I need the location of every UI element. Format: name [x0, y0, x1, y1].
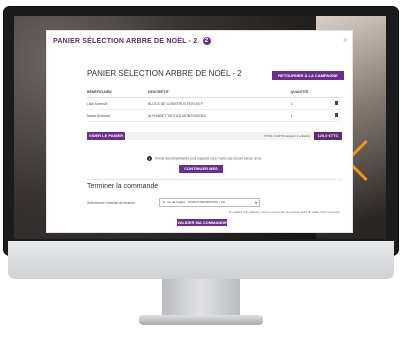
validate-order-button[interactable]: VALIDER MA COMMANDE — [177, 219, 227, 226]
consent-text: En validant votre sélection, vous ne pou… — [229, 211, 340, 214]
chevron-down-icon: ▾ — [254, 200, 257, 205]
beneficiary-cell: Lisa Schmutt — [87, 97, 148, 110]
cart-modal: PANIER SÉLECTION ARBRE DE NOËL - 2 2 × P… — [46, 30, 353, 233]
address-label: Sélectionner l'adresse de livraison — [87, 201, 136, 205]
modal-title: PANIER SÉLECTION ARBRE DE NOËL - 2 2 — [53, 37, 211, 45]
description-cell: BLOCS DE CONSTRUCTION 50 P — [147, 97, 291, 110]
info-message: i Il reste des bénéficiaires pour lesque… — [147, 156, 262, 161]
quantity-cell: 1 — [290, 97, 335, 110]
column-header-actions — [334, 87, 342, 98]
table-row: Lisa Schmutt BLOCS DE CONSTRUCTION 50 P … — [87, 97, 342, 110]
column-header: BÉNÉFICIAIRE — [87, 87, 148, 98]
beneficiary-cell: Maria Schmutt — [87, 109, 148, 122]
cart-table: BÉNÉFICIAIRE DESCRIPTIF QUANTITÉ Lisa Sc… — [87, 87, 342, 122]
info-icon: i — [147, 156, 152, 161]
screen: PANIER SÉLECTION ARBRE DE NOËL - 2 2 × P… — [14, 16, 386, 239]
table-row: Maria Schmutt ALPHABET TACTILE MONTESSOR… — [87, 109, 342, 122]
info-text: Il reste des bénéficiaires pour lesquels… — [154, 156, 263, 161]
trash-icon[interactable] — [334, 113, 338, 117]
empty-cart-button[interactable]: VIDER LE PANIER — [87, 132, 125, 140]
monitor-stand-base — [139, 315, 263, 325]
quantity-cell: 1 — [290, 109, 335, 122]
column-header: DESCRIPTIF — [147, 87, 291, 98]
cart-count-badge: 2 — [202, 37, 211, 45]
address-select-value: N, rue de l'église - 67000 STRASBOURG - … — [163, 200, 225, 204]
total-bar: TOTAL 0 ARTICLE(pour 2 enfants) 120,0 €T… — [127, 132, 342, 140]
divider — [87, 179, 342, 180]
column-header: QUANTITÉ — [290, 87, 335, 98]
address-select[interactable]: N, rue de l'église - 67000 STRASBOURG - … — [159, 198, 260, 207]
total-amount: 120,0 €TTC — [314, 132, 342, 140]
return-to-campaign-button[interactable]: RETOURNER À LA CAMPAGNE — [272, 71, 344, 80]
trash-icon[interactable] — [334, 101, 338, 105]
description-cell: ALPHABET TACTILE MONTESSORI — [147, 109, 291, 122]
monitor-chin — [8, 241, 394, 279]
total-label: TOTAL 0 ARTICLE(pour 2 enfants) — [263, 134, 310, 138]
monitor-stand — [162, 279, 240, 319]
modal-title-text: PANIER SÉLECTION ARBRE DE NOËL - 2 — [53, 37, 198, 45]
panel-title: PANIER SÉLECTION ARBRE DE NOËL - 2 — [87, 69, 242, 78]
table-header-row: BÉNÉFICIAIRE DESCRIPTIF QUANTITÉ — [87, 87, 342, 98]
close-icon[interactable]: × — [343, 35, 348, 45]
continue-choices-button[interactable]: CONTINUER MES CHOIX — [179, 165, 223, 179]
checkout-title: Terminer la commande — [87, 183, 159, 190]
